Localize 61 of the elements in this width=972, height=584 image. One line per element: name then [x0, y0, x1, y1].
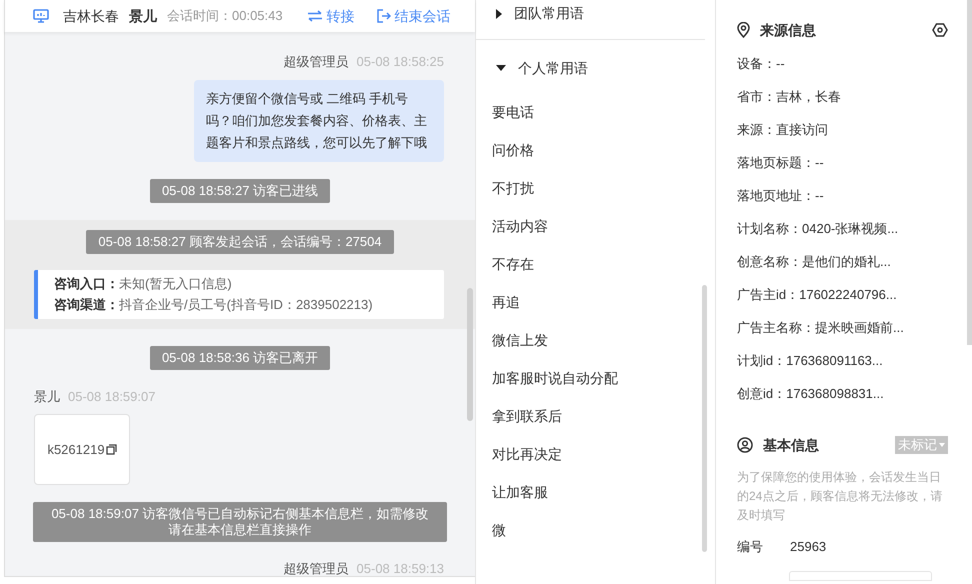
sender-name: 景儿 [34, 388, 60, 406]
caret-down-icon [939, 443, 945, 447]
user-icon [737, 437, 753, 453]
phrase-item[interactable]: 对比再决定 [492, 435, 715, 473]
phrase-item[interactable]: 微信上发 [492, 321, 715, 359]
info-field: 设备：-- [737, 47, 948, 80]
exit-icon [376, 9, 391, 23]
system-notice: 05-08 18:59:07 访客微信号已自动标记右侧基本信息栏，如需修改请在基本信息栏直接操作 [33, 502, 447, 542]
phrase-item[interactable]: 不存在 [492, 245, 715, 283]
swap-icon [306, 10, 323, 22]
sender-name: 超级管理员 [284, 560, 349, 576]
phrase-item[interactable]: 再追 [492, 283, 715, 321]
message-time: 05-08 18:59:13 [356, 560, 444, 576]
message-bubble: 亲方便留个微信号或 二维码 手机号吗？咱们加您发套餐内容、价格表、主题客片和景点路线，您可以先了解下哦 [194, 80, 444, 162]
scrollbar[interactable] [702, 285, 707, 552]
info-field: 省市：吉林，长春 [737, 80, 948, 113]
notice-text: 为了保障您的使用体验，会话发生当日的24点之后，顾客信息将无法修改，请及时填写 [737, 469, 944, 524]
phrase-item[interactable]: 问价格 [492, 131, 715, 169]
input-field[interactable] [789, 570, 932, 580]
phrase-group-header[interactable]: 团队常用语 [476, 0, 705, 40]
entry-label: 咨询渠道： [54, 296, 119, 312]
scrollbar[interactable] [967, 0, 972, 345]
message-text: k5261219 [47, 440, 105, 459]
session-duration: 会话时间：00:05:43 [167, 7, 283, 26]
sender-name: 超级管理员 [284, 53, 349, 71]
monitor-icon [33, 9, 49, 23]
section-title: 来源信息 [760, 20, 816, 40]
field-label: 编号 [737, 538, 764, 556]
field-value: 25963 [790, 538, 826, 556]
phrase-item[interactable]: 让加客服 [492, 473, 715, 511]
location-pin-icon [737, 22, 750, 38]
info-field: 来源：直接访问 [737, 113, 948, 146]
phrase-item[interactable]: 不打扰 [492, 169, 715, 207]
info-field: 广告主名称：提米映画婚前... [737, 311, 948, 344]
phrase-item[interactable]: 要电话 [492, 93, 715, 131]
scrollbar[interactable] [467, 288, 473, 421]
entry-label: 咨询入口： [54, 276, 119, 292]
phrase-item[interactable]: 拿到联系后 [492, 397, 715, 435]
visitor-name: 景儿 [129, 6, 157, 26]
system-notice: 05-08 18:58:27 顾客发起会话，会话编号：27504 [86, 230, 394, 254]
message-time: 05-08 18:58:25 [356, 53, 444, 71]
phrase-item[interactable]: 微 [492, 511, 715, 549]
message-time: 05-08 18:59:07 [68, 388, 156, 406]
system-notice: 05-08 18:58:36 访客已离开 [150, 346, 330, 370]
visitor-location: 吉林长春 [63, 6, 119, 26]
info-field: 计划id：176368091163... [737, 344, 948, 377]
info-field: 落地页标题：-- [737, 146, 948, 179]
phrase-item[interactable]: 加客服时说自动分配 [492, 359, 715, 397]
copy-icon[interactable] [106, 444, 117, 455]
entry-value: 未知(暂无入口信息) [119, 276, 232, 292]
info-field: 创意名称：是他们的婚礼... [737, 245, 948, 278]
info-field: 创意id：176368098831... [737, 377, 948, 410]
info-field: 广告主id：176022240796... [737, 278, 948, 311]
info-field: 落地页地址：-- [737, 179, 948, 212]
settings-icon[interactable] [932, 22, 948, 38]
entry-value: 抖音企业号/员工号(抖音号ID：2839502213) [119, 296, 373, 312]
system-notice: 05-08 18:58:27 访客已进线 [150, 178, 330, 202]
phrase-item[interactable]: 活动内容 [492, 207, 715, 245]
phrase-group-header[interactable]: 个人常用语 [476, 54, 715, 82]
section-title: 基本信息 [763, 436, 819, 454]
info-field: 计划名称：0420-张琳视频... [737, 212, 948, 245]
